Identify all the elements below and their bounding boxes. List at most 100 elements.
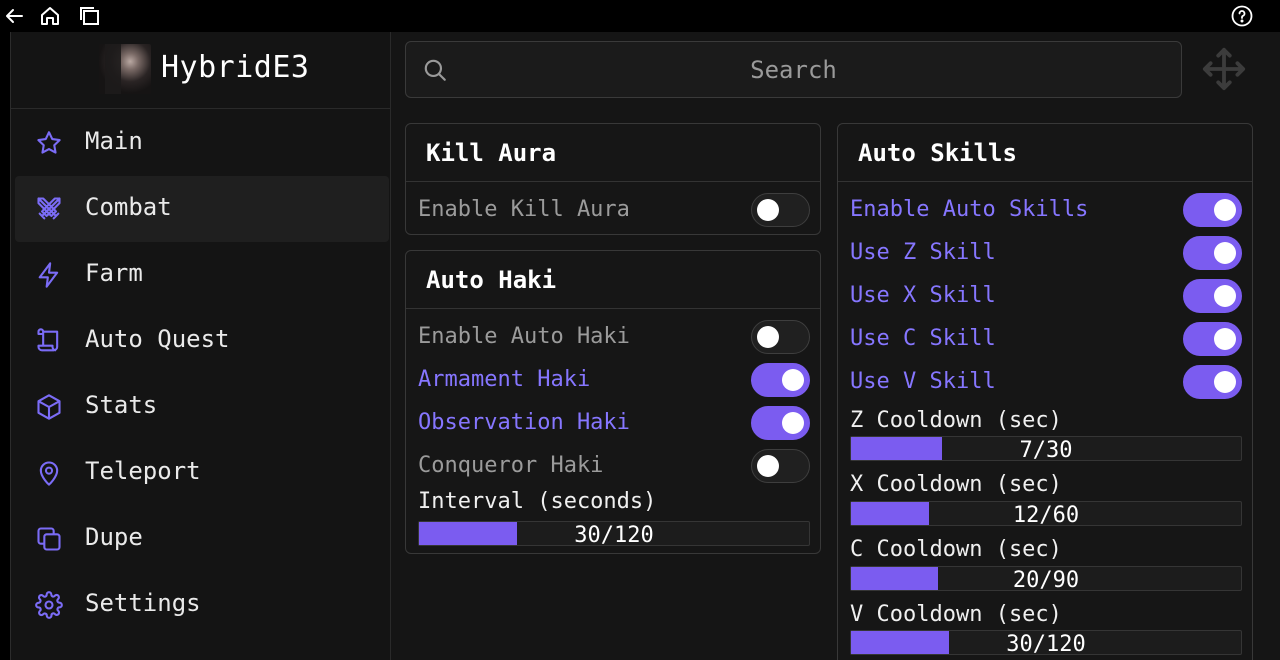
toggle-label: Enable Auto Skills bbox=[850, 197, 1089, 222]
gear-icon bbox=[35, 591, 63, 619]
toggle-knob bbox=[1214, 199, 1236, 221]
enable-kill-aura-toggle[interactable] bbox=[751, 193, 810, 227]
sidebar-item-label: Stats bbox=[85, 391, 158, 419]
panel-title: Kill Aura bbox=[426, 139, 557, 167]
use-c-skill-toggle[interactable] bbox=[1183, 322, 1242, 356]
scroll-icon bbox=[37, 328, 59, 352]
sidebar-nav: Main Combat Farm Auto Quest Stats Telepo… bbox=[15, 110, 389, 638]
skills-toggle-list: Enable Auto Skills Use Z Skill Use X Ski… bbox=[838, 188, 1252, 403]
sidebar-item-auto-quest[interactable]: Auto Quest bbox=[15, 308, 389, 374]
sidebar: HybridE3 Main Combat Farm Auto Quest Sta… bbox=[11, 32, 391, 660]
interval-slider[interactable]: 30/120 bbox=[418, 521, 810, 548]
sidebar-item-label: Combat bbox=[85, 193, 172, 221]
observation-haki-toggle[interactable] bbox=[751, 406, 810, 440]
toggle-label: Enable Auto Haki bbox=[418, 324, 630, 349]
panel-header: Auto Haki bbox=[406, 251, 820, 309]
home-icon[interactable] bbox=[38, 4, 62, 28]
toggle-label: Observation Haki bbox=[418, 410, 630, 435]
sidebar-item-label: Farm bbox=[85, 259, 143, 287]
sidebar-item-farm[interactable]: Farm bbox=[15, 242, 389, 308]
system-bar bbox=[0, 0, 1280, 32]
map-pin-icon bbox=[39, 461, 59, 486]
interval-label: Interval (seconds) bbox=[418, 489, 657, 514]
c-cooldown-label: C Cooldown (sec) bbox=[850, 537, 1062, 562]
toggle-row: Armament Haki bbox=[406, 358, 820, 401]
toggle-knob bbox=[782, 412, 804, 434]
conqueror-haki-toggle[interactable] bbox=[751, 449, 810, 483]
move-icon[interactable] bbox=[1201, 46, 1247, 92]
use-x-skill-toggle[interactable] bbox=[1183, 279, 1242, 313]
toggle-knob bbox=[1214, 242, 1236, 264]
x-cooldown-slider[interactable]: 12/60 bbox=[850, 501, 1242, 528]
toggle-row: Use V Skill bbox=[838, 360, 1252, 403]
enable-auto-haki-toggle[interactable] bbox=[751, 320, 810, 354]
toggle-label: Conqueror Haki bbox=[418, 453, 604, 478]
toggle-row: Use C Skill bbox=[838, 317, 1252, 360]
sidebar-item-teleport[interactable]: Teleport bbox=[15, 440, 389, 506]
toggle-knob bbox=[757, 326, 779, 348]
toggle-knob bbox=[782, 369, 804, 391]
sidebar-item-main[interactable]: Main bbox=[15, 110, 389, 176]
v-cooldown-label: V Cooldown (sec) bbox=[850, 602, 1062, 627]
use-z-skill-toggle[interactable] bbox=[1183, 236, 1242, 270]
toggle-knob bbox=[1214, 371, 1236, 393]
sidebar-item-settings[interactable]: Settings bbox=[15, 572, 389, 638]
help-icon[interactable] bbox=[1230, 4, 1254, 28]
toggle-knob bbox=[757, 199, 779, 221]
sidebar-item-dupe[interactable]: Dupe bbox=[15, 506, 389, 572]
toggle-label: Use V Skill bbox=[850, 369, 996, 394]
toggle-label: Use Z Skill bbox=[850, 240, 996, 265]
v-cooldown-slider[interactable]: 30/120 bbox=[850, 630, 1242, 657]
enable-auto-skills-toggle[interactable] bbox=[1183, 193, 1242, 227]
auto-skills-panel: Auto Skills Enable Auto Skills Use Z Ski… bbox=[837, 123, 1253, 660]
slider-value: 7/30 bbox=[1019, 438, 1073, 463]
kill-aura-panel: Kill Aura Enable Kill Aura bbox=[405, 123, 821, 235]
c-cooldown-slider[interactable]: 20/90 bbox=[850, 566, 1242, 593]
panel-title: Auto Skills bbox=[858, 139, 1017, 167]
auto-haki-panel: Auto Haki Enable Auto Haki Armament Haki… bbox=[405, 250, 821, 554]
armament-haki-toggle[interactable] bbox=[751, 363, 810, 397]
sidebar-item-label: Dupe bbox=[85, 523, 143, 551]
toggle-row: Enable Kill Aura bbox=[406, 188, 820, 231]
toggle-row: Observation Haki bbox=[406, 401, 820, 444]
sidebar-item-label: Auto Quest bbox=[85, 325, 230, 353]
swords-icon bbox=[37, 197, 61, 220]
slider-value: 12/60 bbox=[1012, 503, 1080, 528]
sidebar-item-label: Settings bbox=[85, 589, 201, 617]
slider-value: 20/90 bbox=[1012, 568, 1080, 593]
panel-header: Kill Aura bbox=[406, 124, 820, 182]
sidebar-item-stats[interactable]: Stats bbox=[15, 374, 389, 440]
sidebar-item-label: Teleport bbox=[85, 457, 201, 485]
star-icon bbox=[37, 131, 61, 154]
search-input[interactable]: Search bbox=[405, 41, 1182, 98]
z-cooldown-label: Z Cooldown (sec) bbox=[850, 408, 1062, 433]
toggle-label: Use C Skill bbox=[850, 326, 996, 351]
use-v-skill-toggle[interactable] bbox=[1183, 365, 1242, 399]
avatar bbox=[99, 44, 151, 94]
tabs-icon[interactable] bbox=[78, 4, 102, 28]
toggle-row: Conqueror Haki bbox=[406, 444, 820, 487]
main-content: Search Kill Aura Enable Kill Aura Auto H… bbox=[391, 32, 1280, 660]
panel-title: Auto Haki bbox=[426, 266, 557, 294]
cube-icon bbox=[37, 394, 61, 420]
toggle-label: Armament Haki bbox=[418, 367, 591, 392]
profile-header: HybridE3 bbox=[11, 32, 391, 109]
sidebar-item-combat[interactable]: Combat bbox=[15, 176, 389, 242]
toggle-knob bbox=[757, 455, 779, 477]
copy-icon bbox=[37, 527, 61, 551]
lightning-icon bbox=[38, 262, 59, 288]
toggle-row: Enable Auto Haki bbox=[406, 315, 820, 358]
slider-value: 30/120 bbox=[574, 523, 654, 548]
z-cooldown-slider[interactable]: 7/30 bbox=[850, 436, 1242, 463]
toggle-label: Enable Kill Aura bbox=[418, 197, 630, 222]
toggle-knob bbox=[1214, 285, 1236, 307]
x-cooldown-label: X Cooldown (sec) bbox=[850, 472, 1062, 497]
back-arrow-icon[interactable] bbox=[2, 4, 26, 28]
toggle-row: Use Z Skill bbox=[838, 231, 1252, 274]
toggle-label: Use X Skill bbox=[850, 283, 996, 308]
app-window: HybridE3 Main Combat Farm Auto Quest Sta… bbox=[10, 32, 1280, 660]
panel-header: Auto Skills bbox=[838, 124, 1252, 182]
toggle-knob bbox=[1214, 328, 1236, 350]
haki-toggle-list: Enable Auto Haki Armament Haki Observati… bbox=[406, 315, 820, 487]
search-placeholder: Search bbox=[750, 56, 837, 84]
